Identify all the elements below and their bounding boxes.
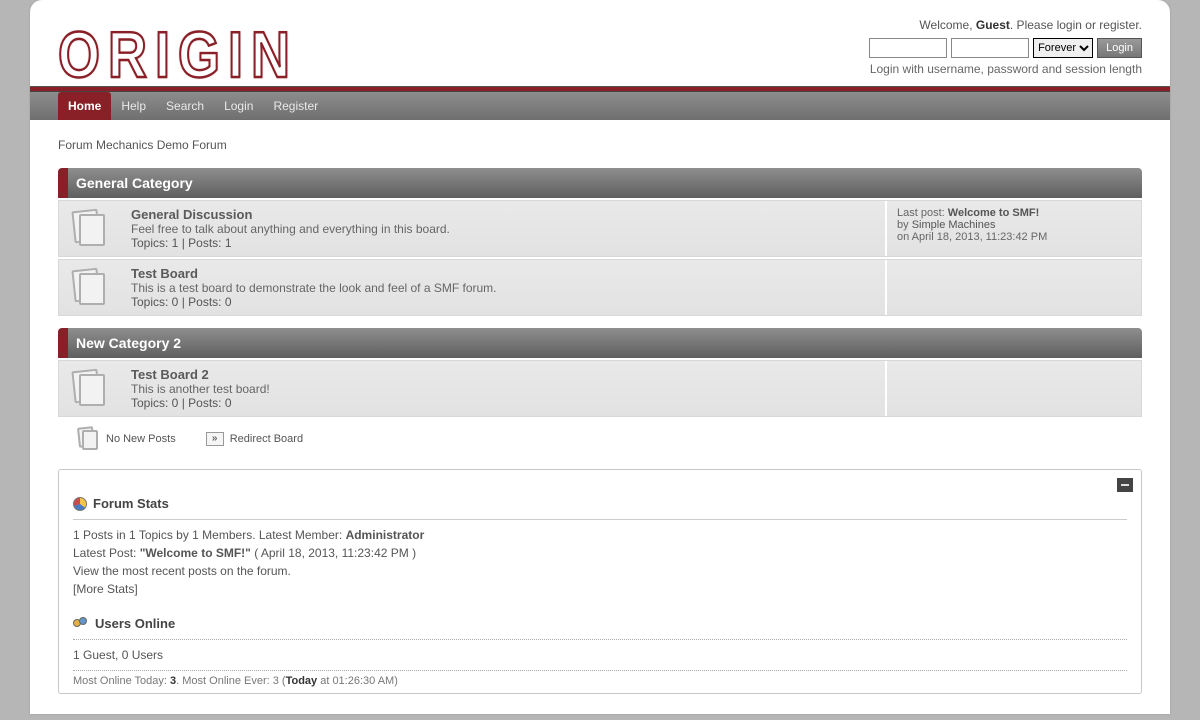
nav-login[interactable]: Login — [214, 92, 263, 120]
nav-register[interactable]: Register — [263, 92, 328, 120]
nav-home[interactable]: Home — [58, 92, 111, 120]
info-center: Forum Stats 1 Posts in 1 Topics by 1 Mem… — [58, 469, 1142, 694]
session-length-select[interactable]: Forever — [1033, 38, 1093, 58]
most-online-time: at 01:26:30 AM) — [317, 675, 398, 687]
legend-no-new-label: No New Posts — [106, 433, 176, 445]
legend: No New Posts » Redirect Board — [58, 417, 1142, 461]
board-title[interactable]: Test Board 2 — [131, 367, 875, 382]
password-input[interactable] — [951, 38, 1029, 58]
board-info: Test Board 2 This is another test board!… — [121, 361, 885, 416]
users-online-icon — [73, 617, 89, 631]
stats-line2a: Latest Post: — [73, 546, 140, 560]
welcome-or: or — [1082, 18, 1099, 32]
lastpost-title[interactable]: Welcome to SMF! — [948, 207, 1039, 219]
board-lastpost — [885, 361, 1141, 416]
login-link[interactable]: login — [1057, 18, 1082, 32]
board-lastpost — [885, 260, 1141, 315]
redirect-icon: » — [206, 432, 224, 446]
lastpost-date: on April 18, 2013, 11:23:42 PM — [897, 231, 1047, 243]
stats-line1: 1 Posts in 1 Topics by 1 Members. Latest… — [73, 528, 346, 542]
most-online-text: Most Online Today: 3. Most Online Ever: … — [73, 670, 1127, 687]
login-row: Forever Login — [869, 38, 1142, 58]
lastpost-by: by — [897, 219, 912, 231]
board-row: Test Board This is a test board to demon… — [58, 259, 1142, 316]
main-nav: Home Help Search Login Register — [30, 92, 1170, 120]
recent-posts-link[interactable]: View the most recent posts on the forum. — [73, 564, 291, 578]
board-info: General Discussion Feel free to talk abo… — [121, 201, 885, 256]
more-stats-link[interactable]: [More Stats] — [73, 582, 138, 596]
forum-stats-title: Forum Stats — [93, 496, 169, 511]
nav-help[interactable]: Help — [111, 92, 156, 120]
welcome-post: . Please — [1010, 18, 1057, 32]
username-input[interactable] — [869, 38, 947, 58]
lastpost-author[interactable]: Simple Machines — [912, 219, 996, 231]
board-desc: This is a test board to demonstrate the … — [131, 281, 875, 295]
lastpost-label: Last post: — [897, 207, 948, 219]
page-wrapper: ORIGIN Welcome, Guest. Please login or r… — [30, 0, 1170, 714]
no-new-posts-icon — [78, 427, 100, 451]
category-header[interactable]: General Category — [58, 168, 1142, 198]
board-desc: This is another test board! — [131, 382, 875, 396]
site-logo[interactable]: ORIGIN — [58, 18, 298, 88]
category-header[interactable]: New Category 2 — [58, 328, 1142, 358]
content-area: Forum Mechanics Demo Forum General Categ… — [30, 120, 1170, 714]
users-online-header: Users Online — [73, 616, 1127, 631]
board-status-icon — [59, 361, 121, 416]
collapse-button[interactable] — [1117, 478, 1133, 492]
board-stats: Topics: 1 | Posts: 1 — [131, 236, 875, 250]
board-lastpost: Last post: Welcome to SMF! by Simple Mac… — [885, 201, 1141, 256]
stats-icon — [73, 497, 87, 511]
board-status-icon — [59, 260, 121, 315]
users-online-title: Users Online — [95, 616, 175, 631]
legend-no-new: No New Posts — [78, 427, 176, 451]
forum-stats-header: Forum Stats — [73, 496, 1127, 511]
board-row: General Discussion Feel free to talk abo… — [58, 200, 1142, 257]
most-online-today-label: Most Online Today: — [73, 675, 170, 687]
board-desc: Feel free to talk about anything and eve… — [131, 222, 875, 236]
latest-post-link[interactable]: "Welcome to SMF!" — [140, 546, 251, 560]
legend-redirect-label: Redirect Board — [230, 433, 303, 445]
most-online-ever-label: . Most Online Ever: 3 ( — [176, 675, 285, 687]
welcome-guest: Guest — [976, 18, 1010, 32]
login-hint: Login with username, password and sessio… — [869, 62, 1142, 76]
welcome-pre: Welcome, — [919, 18, 975, 32]
stats-line2c: ( April 18, 2013, 11:23:42 PM ) — [251, 546, 416, 560]
latest-member-link[interactable]: Administrator — [346, 528, 425, 542]
board-row: Test Board 2 This is another test board!… — [58, 360, 1142, 417]
welcome-end: . — [1139, 18, 1142, 32]
board-title[interactable]: General Discussion — [131, 207, 875, 222]
users-online-body: 1 Guest, 0 Users — [73, 639, 1127, 664]
legend-redirect: » Redirect Board — [206, 432, 303, 446]
breadcrumb[interactable]: Forum Mechanics Demo Forum — [58, 138, 1142, 152]
most-online-ever-value: Today — [286, 675, 318, 687]
user-area: Welcome, Guest. Please login or register… — [869, 18, 1142, 76]
nav-search[interactable]: Search — [156, 92, 214, 120]
board-title[interactable]: Test Board — [131, 266, 875, 281]
board-info: Test Board This is a test board to demon… — [121, 260, 885, 315]
board-status-icon — [59, 201, 121, 256]
forum-stats-body: 1 Posts in 1 Topics by 1 Members. Latest… — [73, 519, 1127, 598]
login-button[interactable]: Login — [1097, 38, 1142, 58]
register-link[interactable]: register — [1099, 18, 1138, 32]
board-stats: Topics: 0 | Posts: 0 — [131, 396, 875, 410]
upper-section: ORIGIN Welcome, Guest. Please login or r… — [30, 0, 1170, 86]
welcome-text: Welcome, Guest. Please login or register… — [869, 18, 1142, 32]
board-stats: Topics: 0 | Posts: 0 — [131, 295, 875, 309]
